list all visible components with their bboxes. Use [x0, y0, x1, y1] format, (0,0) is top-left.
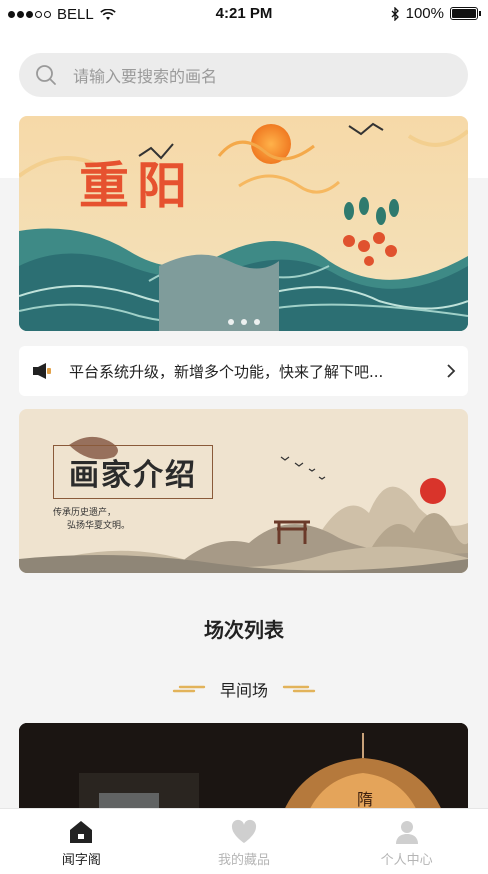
tab-profile[interactable]: 个人中心	[325, 809, 488, 874]
section-title: 场次列表	[204, 618, 284, 642]
bluetooth-icon	[391, 6, 399, 21]
intro-subtitle-line: 弘扬华夏文明。	[67, 521, 131, 531]
intro-title: 画家介绍	[53, 445, 213, 499]
banner-carousel[interactable]: 重阳	[19, 116, 468, 331]
search-input[interactable]: 请输入要搜索的画名	[73, 63, 217, 87]
cloud-ornament-icon	[282, 685, 316, 693]
intro-subtitle-line: 传承历史遗产，	[53, 508, 117, 518]
tab-collection[interactable]: 我的藏品	[163, 809, 326, 874]
tab-home[interactable]: 闻字阁	[0, 809, 163, 874]
user-icon	[395, 821, 418, 844]
battery-percent: 100%	[405, 5, 444, 22]
chevron-right-icon[interactable]	[446, 363, 456, 379]
carousel-indicator	[19, 319, 468, 325]
megaphone-icon	[33, 363, 51, 379]
svg-text:隋: 隋	[357, 790, 373, 809]
banner-calligraphy: 重阳	[79, 156, 195, 215]
tab-label: 我的藏品	[218, 853, 271, 868]
tab-label: 个人中心	[380, 853, 433, 868]
search-bar[interactable]: 请输入要搜索的画名	[19, 53, 468, 97]
painter-intro-card[interactable]: 画家介绍 传承历史遗产， 弘扬华夏文明。	[19, 409, 468, 573]
status-bar: BELL 4:21 PM 100%	[0, 0, 488, 30]
session-name: 早间场	[219, 681, 268, 700]
home-icon	[70, 821, 93, 843]
battery-icon	[450, 7, 481, 20]
search-icon	[36, 65, 56, 85]
announcement-bar[interactable]: 平台系统升级，新增多个功能，快来了解下吧...	[19, 346, 468, 396]
heart-icon	[231, 819, 257, 843]
cloud-ornament-icon	[172, 685, 206, 693]
announcement-text: 平台系统升级，新增多个功能，快来了解下吧...	[69, 362, 384, 381]
intro-subtitle: 传承历史遗产， 弘扬华夏文明。	[53, 507, 130, 533]
bottom-tab-bar: 闻字阁 我的藏品 个人中心	[0, 808, 488, 874]
session-header[interactable]: 早间场	[0, 677, 488, 701]
tab-label: 闻字阁	[61, 853, 101, 868]
